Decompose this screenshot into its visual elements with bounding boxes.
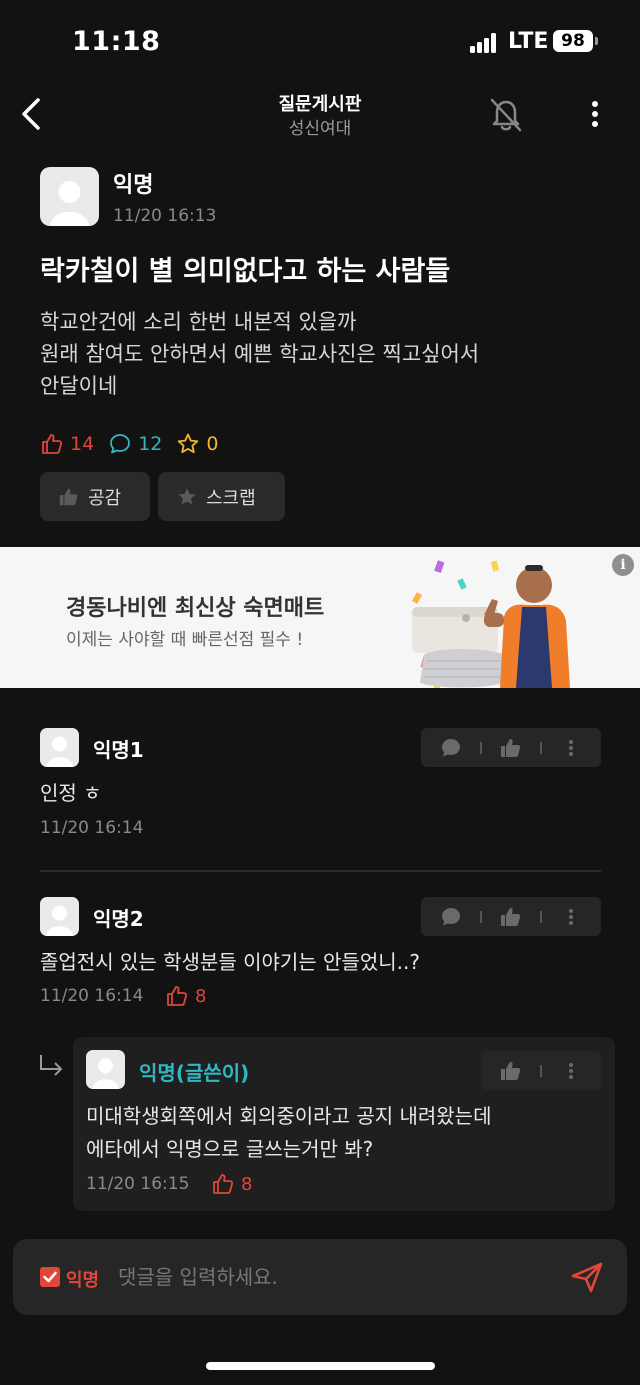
comment-toolbar bbox=[421, 897, 601, 936]
send-icon bbox=[571, 1262, 603, 1293]
avatar bbox=[86, 1050, 125, 1089]
check-icon bbox=[43, 1271, 57, 1283]
ad-product-image bbox=[411, 560, 570, 688]
comment-text: 졸업전시 있는 학생분들 이야기는 안들었니..? bbox=[40, 950, 420, 974]
ad-subtitle: 이제는 사야할 때 빠른선점 필수 ! bbox=[66, 630, 304, 650]
default-avatar-icon bbox=[46, 736, 73, 767]
reply-arrow-icon bbox=[40, 1055, 63, 1076]
scrap-button[interactable]: 스크랩 bbox=[158, 472, 285, 521]
star-icon bbox=[178, 433, 199, 454]
reply-like-value: 8 bbox=[241, 1173, 253, 1195]
home-indicator bbox=[206, 1362, 435, 1370]
reply-text-line: 에타에서 익명으로 글쓰는거만 봐? bbox=[86, 1137, 374, 1161]
scrap-count: 0 bbox=[176, 432, 218, 456]
status-bar: 11:18 LTE 98 bbox=[0, 0, 640, 86]
toolbar-divider bbox=[539, 1064, 542, 1077]
reply-bubble-icon[interactable] bbox=[439, 736, 463, 760]
battery-tip bbox=[595, 37, 598, 45]
like-button-label: 공감 bbox=[88, 487, 122, 509]
more-vertical-icon[interactable] bbox=[559, 905, 583, 929]
comment-timestamp: 11/20 16:14 bbox=[40, 818, 144, 838]
bell-off-icon bbox=[490, 98, 522, 132]
reply-timestamp: 11/20 16:15 bbox=[86, 1174, 190, 1194]
nav-bar: 질문게시판 성신여대 bbox=[0, 86, 640, 146]
post-timestamp: 11/20 16:13 bbox=[113, 206, 217, 226]
post-stats: 14 12 0 bbox=[40, 430, 232, 458]
default-avatar-icon bbox=[50, 181, 89, 226]
like-button[interactable]: 공감 bbox=[40, 472, 150, 521]
reply-toolbar bbox=[481, 1051, 601, 1090]
more-options-button[interactable] bbox=[580, 96, 610, 132]
reply-comment: 익명(글쓴이) 미대학생회쪽에서 회의중이라고 공지 내려왔는데 에타에서 익명… bbox=[73, 1037, 615, 1211]
comment-count: 12 bbox=[108, 432, 162, 456]
thumbs-up-icon bbox=[167, 986, 188, 1006]
comment-text: 인정 ㅎ bbox=[40, 781, 102, 805]
thumbs-up-icon bbox=[42, 434, 63, 454]
more-vertical-icon bbox=[592, 101, 598, 127]
thumbs-up-icon[interactable] bbox=[499, 1059, 523, 1083]
default-avatar-icon bbox=[92, 1058, 119, 1089]
more-vertical-icon[interactable] bbox=[559, 1059, 583, 1083]
avatar bbox=[40, 167, 99, 226]
post-body-line: 학교안건에 소리 한번 내본적 있을까 bbox=[40, 310, 357, 334]
post-body-line: 안달이네 bbox=[40, 374, 118, 398]
thumbs-up-icon[interactable] bbox=[499, 905, 523, 929]
like-count-value: 14 bbox=[70, 433, 95, 455]
more-vertical-icon[interactable] bbox=[559, 736, 583, 760]
network-type: LTE bbox=[508, 29, 549, 54]
avatar bbox=[40, 728, 79, 767]
comment-timestamp: 11/20 16:14 bbox=[40, 986, 144, 1006]
toolbar-divider bbox=[480, 910, 483, 923]
comment-like-count: 8 bbox=[165, 984, 206, 1008]
post-title: 락카칠이 별 의미없다고 하는 사람들 bbox=[40, 256, 451, 287]
reply-text-line: 미대학생회쪽에서 회의중이라고 공지 내려왔는데 bbox=[86, 1104, 492, 1128]
scrap-count-value: 0 bbox=[206, 433, 219, 455]
post-body: 학교안건에 소리 한번 내본적 있을까 원래 참여도 안하면서 예쁜 학교사진은… bbox=[40, 306, 620, 402]
toolbar-divider bbox=[539, 910, 542, 923]
comment-author: 익명2 bbox=[93, 907, 144, 931]
battery-icon: 98 bbox=[553, 30, 593, 52]
post-body-line: 원래 참여도 안하면서 예쁜 학교사진은 찍고싶어서 bbox=[40, 342, 480, 366]
post-actions: 공감 스크랩 bbox=[40, 472, 293, 521]
comment-bubble-icon bbox=[110, 434, 131, 454]
send-button[interactable] bbox=[569, 1259, 605, 1295]
board-title: 질문게시판 bbox=[278, 94, 362, 115]
avatar bbox=[40, 897, 79, 936]
comment-input[interactable] bbox=[118, 1259, 558, 1295]
toolbar-divider bbox=[480, 741, 483, 754]
comment-author: 익명1 bbox=[93, 738, 144, 762]
comment-divider bbox=[40, 870, 601, 872]
comment-count-value: 12 bbox=[138, 433, 163, 455]
school-name: 성신여대 bbox=[288, 119, 352, 139]
toolbar-divider bbox=[539, 741, 542, 754]
comment-toolbar bbox=[421, 728, 601, 767]
scrap-button-label: 스크랩 bbox=[206, 487, 256, 509]
advertisement-banner[interactable]: 경동나비엔 최신상 숙면매트 이제는 사야할 때 빠른선점 필수 ! i bbox=[0, 547, 640, 688]
comment-like-value: 8 bbox=[195, 985, 207, 1007]
anonymous-checkbox[interactable] bbox=[40, 1267, 60, 1287]
default-avatar-icon bbox=[46, 905, 73, 936]
ad-title: 경동나비엔 최신상 숙면매트 bbox=[66, 596, 325, 621]
signal-icon bbox=[470, 33, 498, 53]
reply-author: 익명(글쓴이) bbox=[139, 1061, 250, 1085]
info-icon[interactable]: i bbox=[612, 554, 634, 576]
reply-bubble-icon[interactable] bbox=[439, 905, 463, 929]
star-icon bbox=[178, 487, 196, 505]
notification-toggle-button[interactable] bbox=[484, 92, 528, 136]
anonymous-label[interactable]: 익명 bbox=[66, 1266, 99, 1292]
status-time: 11:18 bbox=[72, 26, 161, 57]
thumbs-up-icon[interactable] bbox=[499, 736, 523, 760]
thumbs-up-icon bbox=[59, 488, 78, 505]
thumbs-up-icon bbox=[213, 1174, 234, 1194]
comment-input-bar: 익명 bbox=[13, 1239, 627, 1315]
post-author: 익명 bbox=[113, 173, 154, 198]
like-count: 14 bbox=[40, 432, 94, 456]
reply-like-count: 8 bbox=[211, 1172, 252, 1196]
